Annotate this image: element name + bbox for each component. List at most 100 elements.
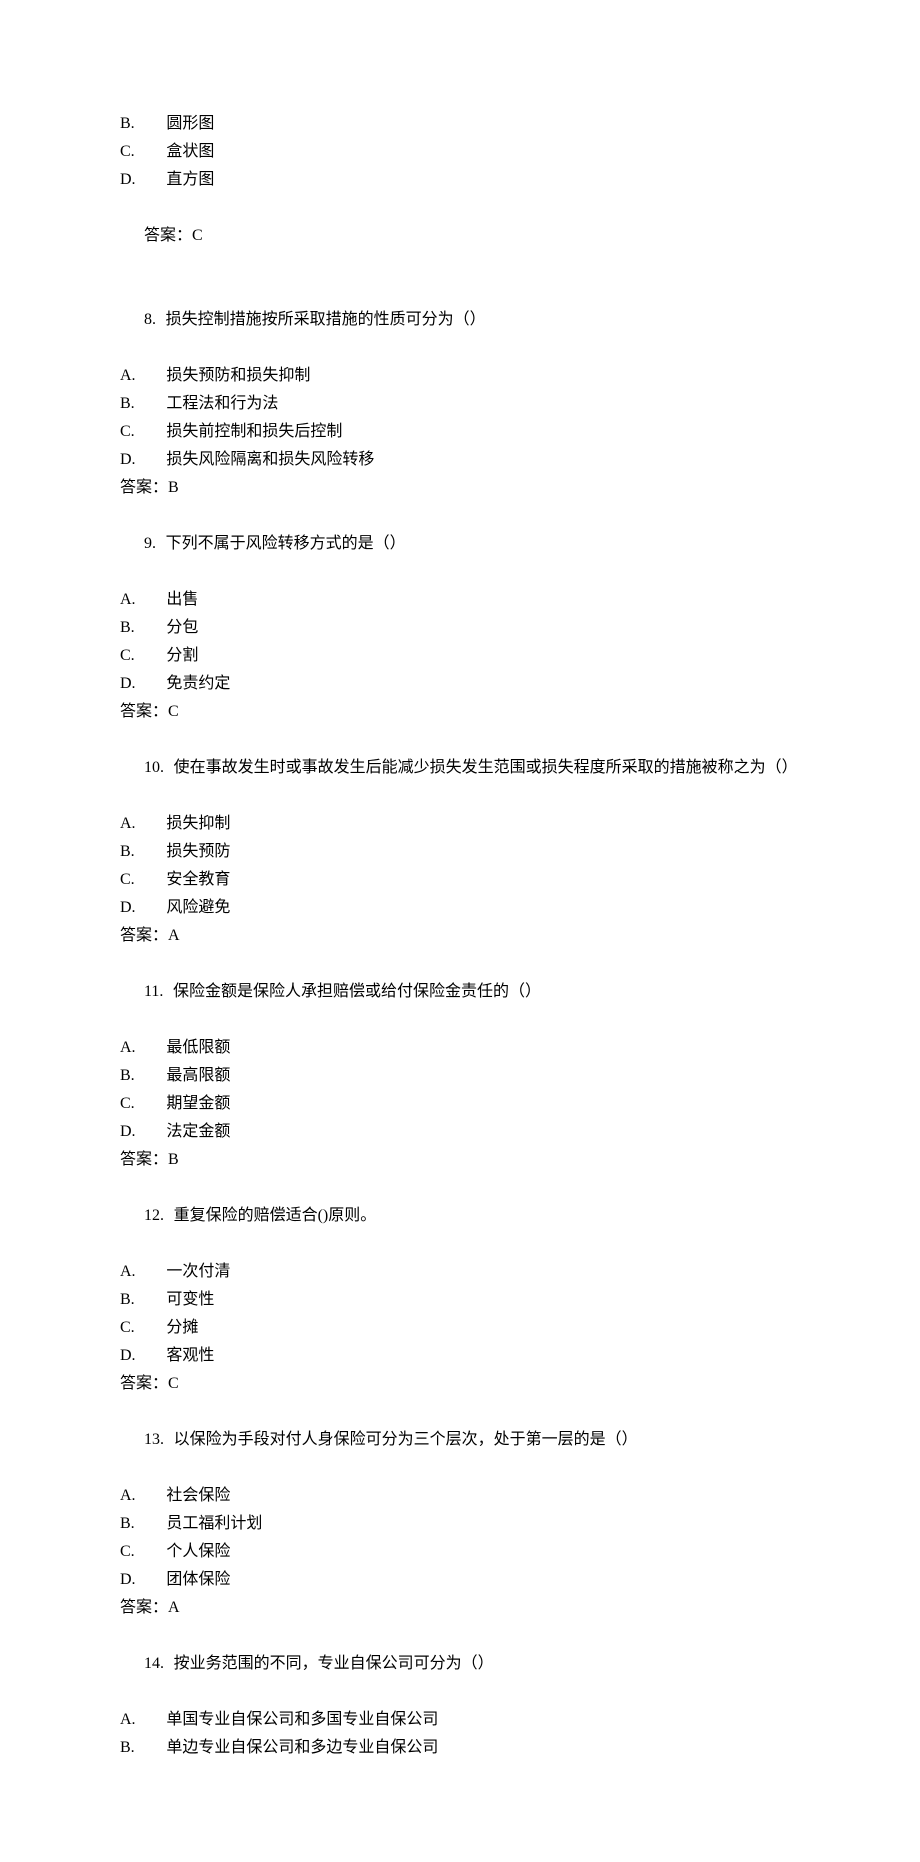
option-letter: D.	[120, 1342, 152, 1370]
option-row: A. 损失抑制	[120, 810, 800, 838]
option-text: 社会保险	[166, 1482, 230, 1510]
option-text: 期望金额	[166, 1090, 230, 1118]
option-letter: B.	[120, 614, 152, 642]
option-row: C.安全教育	[120, 866, 800, 894]
option-letter: A.	[120, 1482, 152, 1510]
option-text: 损失预防	[166, 838, 230, 866]
option-row: D. 直方图	[120, 166, 800, 194]
option-letter: C.	[120, 1538, 152, 1566]
answer-value: B	[168, 1151, 179, 1168]
option-text: 员工福利计划	[166, 1510, 262, 1538]
answer-label: 答案：	[120, 1151, 168, 1168]
option-text: 一次付清	[166, 1258, 230, 1286]
question-text: 按业务范围的不同，专业自保公司可分为（）	[174, 1655, 494, 1672]
option-row: B.工程法和行为法	[120, 390, 800, 418]
option-row: D. 团体保险	[120, 1566, 800, 1594]
question-block: 8.损失控制措施按所采取措施的性质可分为（） A.损失预防和损失抑制 B.工程法…	[120, 278, 800, 502]
option-text: 可变性	[166, 1286, 214, 1314]
answer-label: 答案：	[120, 1375, 168, 1392]
option-row: B.员工福利计划	[120, 1510, 800, 1538]
option-text: 出售	[166, 586, 198, 614]
answer-value: C	[168, 1375, 179, 1392]
option-text: 损失风险隔离和损失风险转移	[166, 446, 374, 474]
option-text: 个人保险	[166, 1538, 230, 1566]
question-stem: 11. 保险金额是保险人承担赔偿或给付保险金责任的（）	[120, 950, 800, 1034]
option-letter: C.	[120, 642, 152, 670]
question-number: 12.	[144, 1207, 164, 1224]
answer-line: 答案：C	[120, 194, 800, 278]
question-text: 以保险为手段对付人身保险可分为三个层次，处于第一层的是（）	[174, 1431, 638, 1448]
option-text: 损失抑制	[166, 810, 230, 838]
option-text: 直方图	[166, 166, 214, 194]
option-letter: A.	[120, 362, 152, 390]
answer-value: C	[192, 227, 203, 244]
option-row: C.分摊	[120, 1314, 800, 1342]
option-text: 风险避免	[166, 894, 230, 922]
answer-line: 答案：B	[120, 1146, 800, 1174]
option-letter: A.	[120, 1258, 152, 1286]
option-letter: C.	[120, 418, 152, 446]
answer-value: A	[168, 927, 180, 944]
option-text: 单国专业自保公司和多国专业自保公司	[166, 1706, 438, 1734]
option-letter: B.	[120, 1734, 152, 1762]
option-letter: C.	[120, 1314, 152, 1342]
option-letter: A.	[120, 1034, 152, 1062]
option-row: A. 最低限额	[120, 1034, 800, 1062]
option-letter: B.	[120, 838, 152, 866]
option-text: 最高限额	[166, 1062, 230, 1090]
option-letter: A.	[120, 1706, 152, 1734]
question-block: 13.以保险为手段对付人身保险可分为三个层次，处于第一层的是（） A.社会保险 …	[120, 1398, 800, 1622]
option-text: 分割	[166, 642, 198, 670]
orphan-option-block: B. 圆形图 C. 盒状图 D. 直方图 答案：C	[120, 110, 800, 278]
answer-value: C	[168, 703, 179, 720]
question-stem: 13.以保险为手段对付人身保险可分为三个层次，处于第一层的是（）	[120, 1398, 800, 1482]
option-letter: B.	[120, 390, 152, 418]
answer-label: 答案：	[120, 479, 168, 496]
option-row: B. 分包	[120, 614, 800, 642]
option-text: 圆形图	[166, 110, 214, 138]
option-letter: B.	[120, 1286, 152, 1314]
option-row: A. 一次付清	[120, 1258, 800, 1286]
question-number: 10.	[144, 759, 164, 776]
option-text: 分包	[166, 614, 198, 642]
option-text: 免责约定	[166, 670, 230, 698]
question-stem: 9.下列不属于风险转移方式的是（）	[120, 502, 800, 586]
question-text: 重复保险的赔偿适合()原则。	[174, 1207, 377, 1224]
question-number: 9.	[144, 535, 156, 552]
answer-label: 答案：	[120, 927, 168, 944]
answer-line: 答案：A	[120, 1594, 800, 1622]
option-row: B. 单边专业自保公司和多边专业自保公司	[120, 1734, 800, 1762]
question-stem: 12. 重复保险的赔偿适合()原则。	[120, 1174, 800, 1258]
option-text: 法定金额	[166, 1118, 230, 1146]
option-row: A. 社会保险	[120, 1482, 800, 1510]
option-row: B. 损失预防	[120, 838, 800, 866]
option-letter: B.	[120, 110, 152, 138]
option-letter: A.	[120, 810, 152, 838]
option-letter: D.	[120, 894, 152, 922]
option-row: D. 客观性	[120, 1342, 800, 1370]
document-page: B. 圆形图 C. 盒状图 D. 直方图 答案：C 8.损失控制措施按所采取措施…	[0, 0, 920, 1862]
option-text: 盒状图	[166, 138, 214, 166]
option-text: 单边专业自保公司和多边专业自保公司	[166, 1734, 438, 1762]
option-text: 安全教育	[166, 866, 230, 894]
answer-line: 答案：C	[120, 1370, 800, 1398]
option-row: C. 个人保险	[120, 1538, 800, 1566]
question-block: 14.按业务范围的不同，专业自保公司可分为（） A.单国专业自保公司和多国专业自…	[120, 1622, 800, 1762]
answer-value: B	[168, 479, 179, 496]
option-letter: B.	[120, 1062, 152, 1090]
question-text: 保险金额是保险人承担赔偿或给付保险金责任的（）	[173, 983, 541, 1000]
option-text: 客观性	[166, 1342, 214, 1370]
option-row: B. 可变性	[120, 1286, 800, 1314]
question-block: 9.下列不属于风险转移方式的是（） A.出售 B.分包 C.分割 D.免责约定 …	[120, 502, 800, 726]
question-number: 11.	[144, 983, 163, 1000]
option-text: 最低限额	[166, 1034, 230, 1062]
option-letter: D.	[120, 1566, 152, 1594]
answer-line: 答案：B	[120, 474, 800, 502]
question-block: 10.使在事故发生时或事故发生后能减少损失发生范围或损失程度所采取的措施被称之为…	[120, 726, 800, 950]
option-letter: A.	[120, 586, 152, 614]
option-row: B. 最高限额	[120, 1062, 800, 1090]
option-row: A. 出售	[120, 586, 800, 614]
option-text: 团体保险	[166, 1566, 230, 1594]
option-row: D.法定金额	[120, 1118, 800, 1146]
option-row: D.损失风险隔离和损失风险转移	[120, 446, 800, 474]
